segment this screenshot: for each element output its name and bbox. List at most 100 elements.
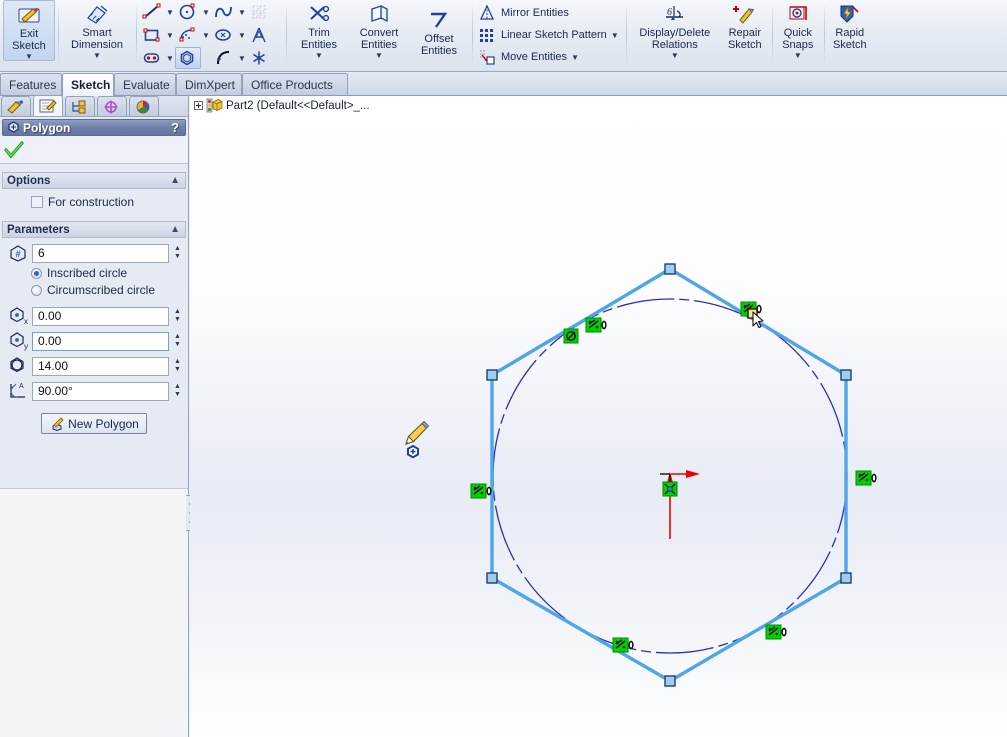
move-entities-button[interactable]: Move Entities ▼ bbox=[475, 46, 623, 68]
equal-relation-badge[interactable] bbox=[470, 483, 492, 499]
inscribed-circle-radio[interactable] bbox=[31, 267, 42, 279]
chevron-down-icon[interactable]: ▼ bbox=[375, 51, 383, 59]
move-entities-dropdown[interactable]: ▼ bbox=[567, 53, 583, 62]
angle-stepper[interactable]: ▲ ▼ bbox=[171, 382, 184, 401]
tab-sketch[interactable]: Sketch bbox=[62, 73, 114, 96]
center-y-stepper[interactable]: ▲ ▼ bbox=[171, 332, 184, 351]
spline-tool-button[interactable] bbox=[211, 1, 237, 23]
configuration-manager-tab[interactable] bbox=[65, 96, 95, 116]
center-x-stepper[interactable]: ▲ ▼ bbox=[171, 307, 184, 326]
diameter-input[interactable]: 14.00 bbox=[32, 356, 169, 376]
tab-evaluate[interactable]: Evaluate bbox=[114, 73, 176, 95]
arc-tool-button[interactable] bbox=[211, 47, 237, 69]
origin-axes[interactable] bbox=[660, 470, 700, 539]
rectangle-tool-dropdown[interactable]: ▼ bbox=[165, 24, 175, 46]
linear-sketch-pattern-dropdown[interactable]: ▼ bbox=[607, 31, 623, 40]
coincident-relation-badge[interactable] bbox=[563, 328, 579, 344]
property-manager-empty-area bbox=[0, 488, 188, 737]
quick-snaps-button[interactable]: Quick Snaps ▼ bbox=[775, 0, 821, 59]
help-button[interactable]: ? bbox=[171, 120, 185, 135]
chevron-down-icon[interactable]: ▼ bbox=[671, 51, 679, 59]
circle-tool-button[interactable] bbox=[175, 1, 201, 23]
center-x-row: x 0.00 ▲ ▼ bbox=[0, 297, 188, 326]
graphics-area[interactable]: Part2 (Default<<Default>_... bbox=[190, 96, 1007, 737]
chevron-up-icon[interactable]: ▲ bbox=[170, 224, 185, 235]
arc-tool-dropdown[interactable]: ▼ bbox=[237, 47, 247, 69]
spline-tool-dropdown[interactable]: ▼ bbox=[237, 1, 247, 23]
trim-entities-button[interactable]: Trim Entities ▼ bbox=[289, 0, 349, 59]
feature-manager-tree-tab[interactable] bbox=[1, 96, 31, 116]
tab-features[interactable]: Features bbox=[0, 73, 62, 95]
property-manager-title-bar: Polygon ? bbox=[2, 119, 186, 136]
chevron-up-icon[interactable]: ▲ bbox=[170, 175, 185, 186]
circumscribed-circle-radio[interactable] bbox=[31, 284, 42, 296]
chevron-down-icon[interactable]: ▼ bbox=[794, 51, 802, 59]
move-entities-label: Move Entities bbox=[501, 51, 568, 63]
ok-check-icon[interactable] bbox=[4, 140, 24, 159]
ellipse-tool-button[interactable] bbox=[211, 24, 237, 46]
rectangle-tool-button[interactable] bbox=[139, 24, 165, 46]
linear-sketch-pattern-button[interactable]: Linear Sketch Pattern ▼ bbox=[475, 24, 623, 46]
new-polygon-icon bbox=[49, 416, 65, 431]
line-tool-dropdown[interactable]: ▼ bbox=[165, 1, 175, 23]
ribbon-group-snaps: Quick Snaps ▼ bbox=[771, 0, 824, 71]
sketch-fillet-tool-button[interactable] bbox=[175, 24, 201, 46]
polygon-tool-button[interactable] bbox=[175, 47, 201, 69]
pattern-tool-list: Mirror Entities Linear Sketch Pattern ▼ bbox=[475, 0, 623, 68]
property-manager-tab[interactable] bbox=[33, 95, 63, 116]
fixed-relation-badge[interactable] bbox=[662, 481, 678, 497]
smart-dimension-icon bbox=[84, 2, 110, 28]
equal-relation-badge[interactable] bbox=[585, 317, 607, 333]
chevron-down-icon[interactable]: ▼ bbox=[315, 51, 323, 59]
inscribed-circle-option[interactable]: Inscribed circle bbox=[0, 263, 188, 280]
repair-sketch-button[interactable]: Repair Sketch bbox=[721, 0, 769, 52]
mirror-entities-button[interactable]: Mirror Entities bbox=[475, 2, 623, 24]
polygon-vertex-handles[interactable] bbox=[486, 263, 852, 687]
chevron-down-icon[interactable]: ▼ bbox=[25, 52, 33, 60]
sketch-fillet-tool-dropdown[interactable]: ▼ bbox=[201, 24, 211, 46]
point-tool-button[interactable] bbox=[247, 47, 273, 69]
convert-entities-button[interactable]: Convert Entities ▼ bbox=[349, 0, 409, 59]
polygon-title-icon bbox=[3, 121, 20, 134]
for-construction-row[interactable]: For construction bbox=[0, 189, 188, 209]
exit-sketch-button[interactable]: Exit Sketch ▼ bbox=[3, 0, 55, 61]
number-of-sides-stepper[interactable]: ▲ ▼ bbox=[171, 244, 184, 263]
equal-relation-badge[interactable] bbox=[765, 624, 787, 640]
circumscribed-circle-option[interactable]: Circumscribed circle bbox=[0, 280, 188, 297]
trim-entities-icon bbox=[306, 2, 332, 28]
equal-relation-badge[interactable] bbox=[612, 637, 634, 653]
number-of-sides-input[interactable]: 6 bbox=[32, 243, 169, 263]
mirror-entities-icon bbox=[475, 4, 499, 22]
slot-tool-button[interactable] bbox=[139, 47, 165, 69]
sketch-entity-grid: ▼ ▼ ▼ ▼ ▼ ▼ ▼ ▼ bbox=[139, 0, 283, 69]
new-polygon-label: New Polygon bbox=[68, 416, 139, 431]
sketch-pattern-tool-button[interactable] bbox=[247, 1, 273, 23]
slot-tool-dropdown[interactable]: ▼ bbox=[165, 47, 175, 69]
new-polygon-button[interactable]: New Polygon bbox=[41, 413, 147, 434]
for-construction-checkbox[interactable] bbox=[31, 196, 43, 208]
center-y-input[interactable]: 0.00 bbox=[32, 331, 169, 351]
linear-sketch-pattern-label: Linear Sketch Pattern bbox=[501, 29, 607, 41]
offset-entities-button[interactable]: Offset Entities bbox=[409, 0, 469, 58]
angle-input[interactable]: 90.00° bbox=[32, 381, 169, 401]
parameters-section-header[interactable]: Parameters ▲ bbox=[2, 221, 186, 238]
polygon-outline[interactable] bbox=[490, 267, 848, 683]
display-manager-tab[interactable] bbox=[129, 96, 159, 116]
tab-dimxpert[interactable]: DimXpert bbox=[176, 73, 242, 95]
sketch-geometry bbox=[405, 263, 877, 687]
circle-tool-dropdown[interactable]: ▼ bbox=[201, 1, 211, 23]
ellipse-tool-dropdown[interactable]: ▼ bbox=[237, 24, 247, 46]
smart-dimension-button[interactable]: Smart Dimension ▼ bbox=[61, 0, 133, 59]
rapid-sketch-button[interactable]: Rapid Sketch bbox=[827, 0, 873, 52]
center-x-input[interactable]: 0.00 bbox=[32, 306, 169, 326]
options-section-header[interactable]: Options ▲ bbox=[2, 172, 186, 189]
rapid-sketch-label-2: Sketch bbox=[832, 38, 867, 51]
display-delete-relations-button[interactable]: 6 Display/Delete Relations ▼ bbox=[629, 0, 721, 59]
chevron-down-icon[interactable]: ▼ bbox=[93, 51, 101, 59]
equal-relation-badge[interactable] bbox=[855, 470, 877, 486]
diameter-stepper[interactable]: ▲ ▼ bbox=[171, 357, 184, 376]
tab-office-products[interactable]: Office Products bbox=[242, 73, 348, 95]
text-tool-button[interactable] bbox=[247, 24, 273, 46]
line-tool-button[interactable] bbox=[139, 1, 165, 23]
dimxpert-manager-tab[interactable] bbox=[97, 96, 127, 116]
